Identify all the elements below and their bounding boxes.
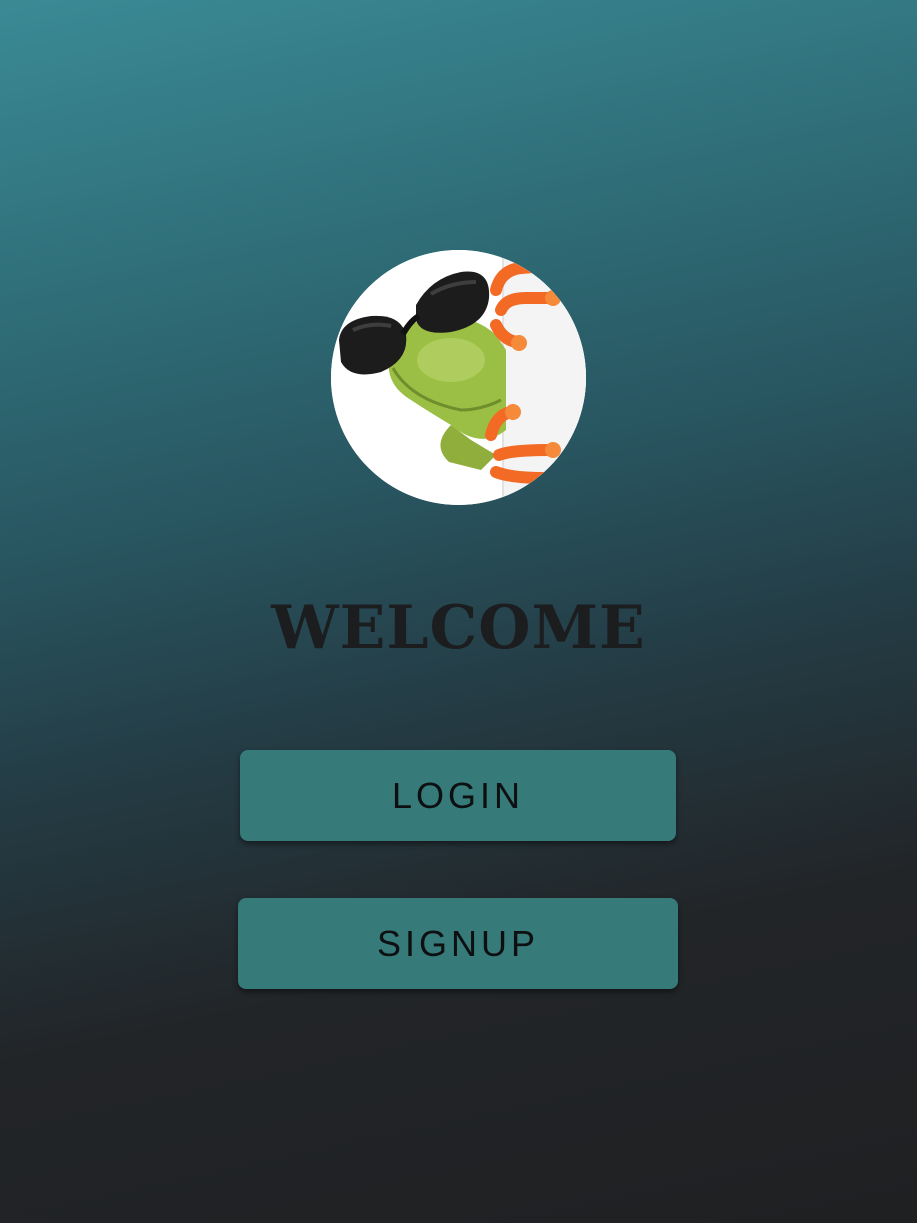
signup-button[interactable]: SIGNUP	[238, 898, 678, 989]
welcome-title: WELCOME	[271, 593, 646, 663]
login-button[interactable]: LOGIN	[240, 750, 676, 841]
frog-sunglasses-icon	[331, 250, 586, 505]
profile-avatar	[331, 250, 586, 505]
